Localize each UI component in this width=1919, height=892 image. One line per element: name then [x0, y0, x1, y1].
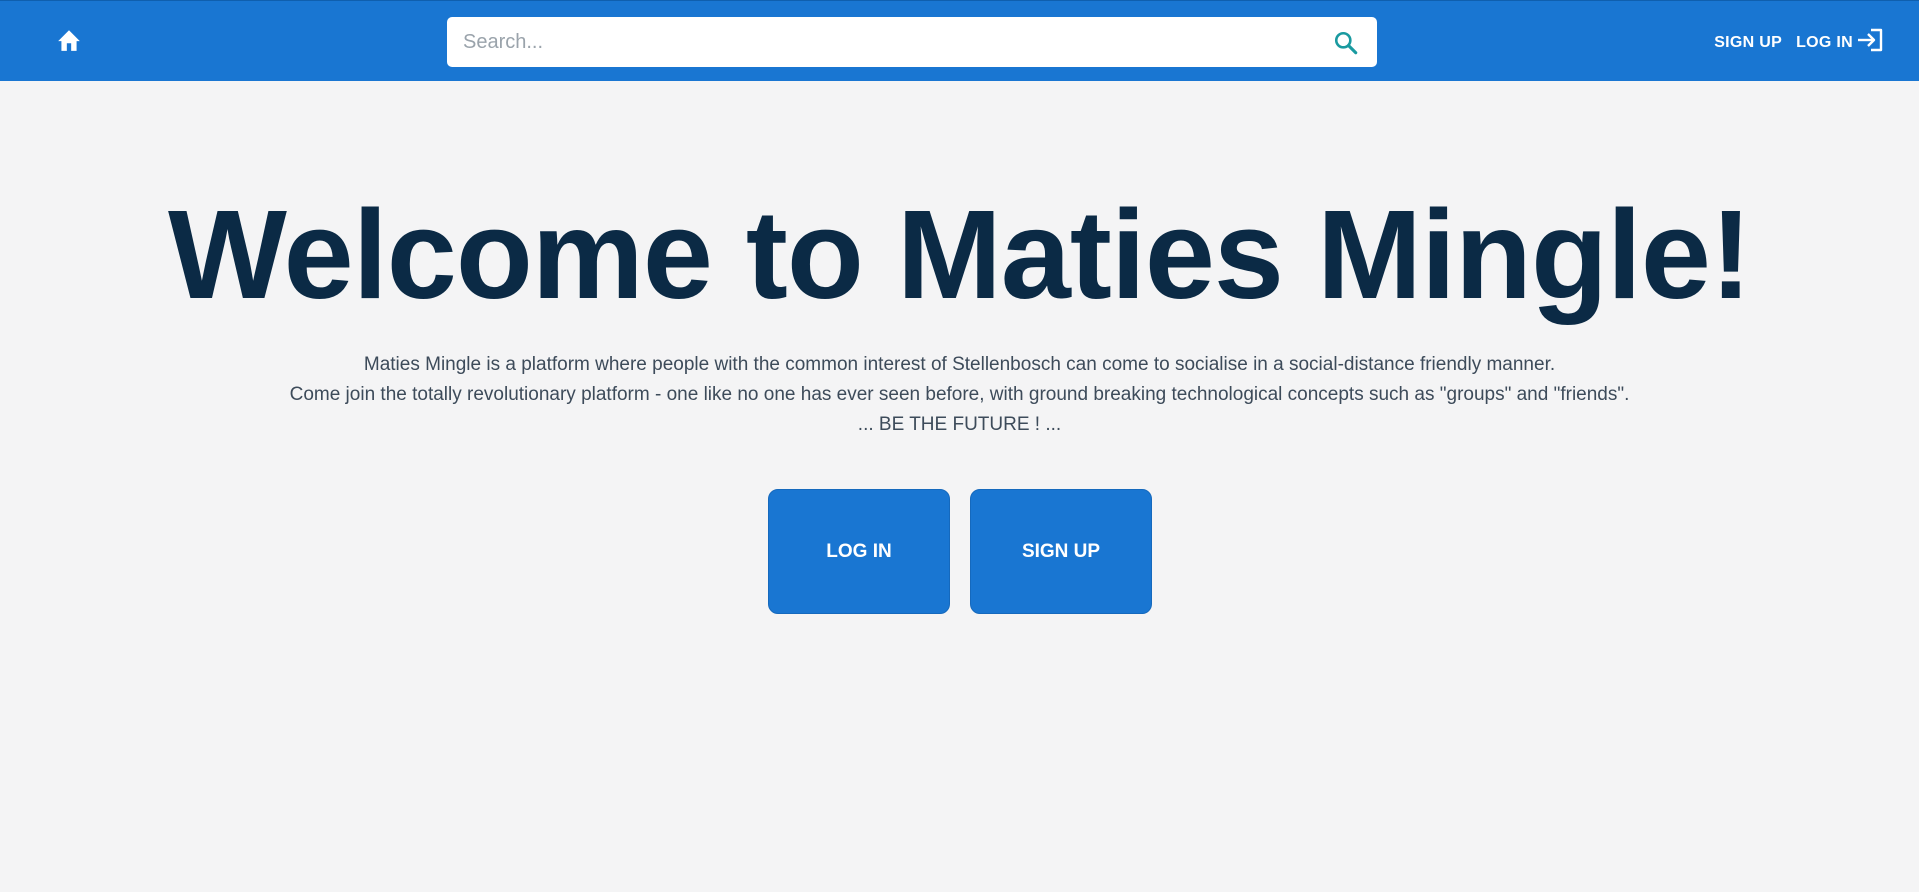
nav-actions: SIGN UP LOG IN: [1714, 27, 1885, 58]
signup-button[interactable]: SIGN UP: [970, 489, 1152, 614]
top-navbar: SIGN UP LOG IN: [0, 0, 1919, 81]
home-icon: [56, 28, 82, 57]
hero-description: Maties Mingle is a platform where people…: [0, 350, 1919, 440]
page-title: Welcome to Maties Mingle!: [168, 184, 1752, 325]
nav-signup-link[interactable]: SIGN UP: [1714, 34, 1782, 52]
cta-buttons: LOG IN SIGN UP: [768, 489, 1152, 614]
login-arrow-icon: [1855, 27, 1885, 58]
home-button[interactable]: [49, 24, 89, 60]
nav-signup-label: SIGN UP: [1714, 33, 1783, 51]
description-line-1: Maties Mingle is a platform where people…: [363, 354, 1556, 375]
nav-login-label: LOG IN: [1796, 33, 1853, 51]
search-bar: [447, 17, 1377, 67]
search-input[interactable]: [463, 17, 1303, 67]
search-icon[interactable]: [1333, 30, 1359, 56]
nav-login-link[interactable]: LOG IN: [1796, 27, 1885, 58]
login-button[interactable]: LOG IN: [768, 489, 950, 614]
description-line-3: ... BE THE FUTURE ! ...: [857, 414, 1062, 435]
description-line-2: Come join the totally revolutionary plat…: [289, 384, 1630, 405]
